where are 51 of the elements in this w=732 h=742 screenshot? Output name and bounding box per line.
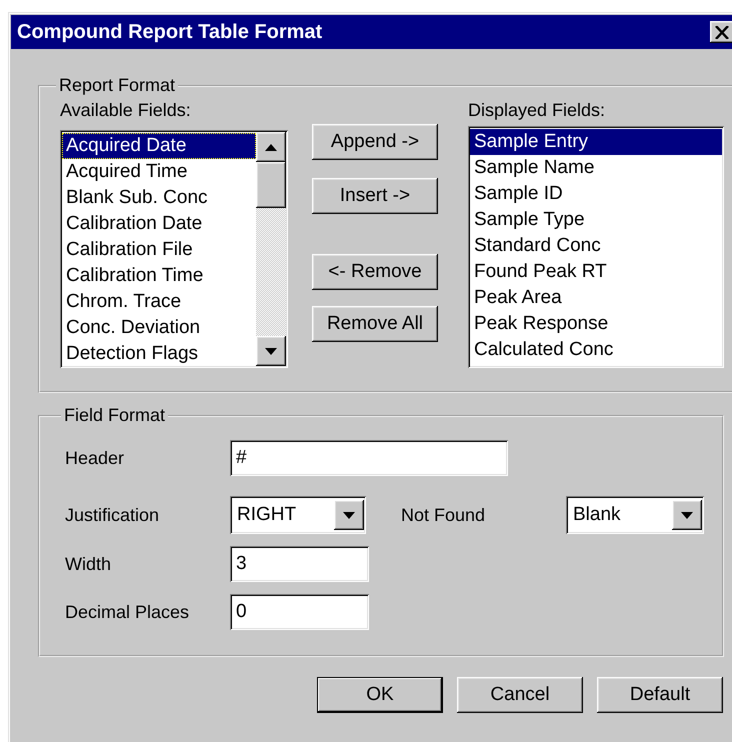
list-item[interactable]: Calibration Time (62, 263, 256, 289)
list-item[interactable]: Calibration File (62, 237, 256, 263)
list-action-button[interactable]: Append -> (312, 124, 438, 160)
dropdown-arrow-icon (343, 512, 355, 518)
list-item[interactable]: Acquired Time (62, 159, 256, 185)
width-field[interactable]: 3 (230, 546, 369, 582)
list-item[interactable]: Detection Flags (62, 341, 256, 367)
field-label: Width (65, 554, 112, 574)
list-item[interactable]: Found Peak RT (470, 259, 722, 285)
list-item[interactable]: Sample Type (470, 207, 722, 233)
list-item[interactable]: Sample Entry (470, 129, 722, 155)
dialog-button[interactable]: Cancel (457, 677, 583, 713)
list-item[interactable]: Sample ID (470, 181, 722, 207)
down-arrow-icon (265, 348, 277, 354)
list-item[interactable]: Calculated Conc (470, 337, 722, 363)
close-button[interactable] (710, 21, 732, 43)
field-label: Not Found (401, 504, 486, 526)
up-arrow-icon (265, 144, 277, 150)
dialog-button[interactable]: Default (597, 677, 723, 713)
list-action-button[interactable]: <- Remove (312, 254, 438, 290)
scrollbar-thumb[interactable] (256, 162, 286, 208)
list-item[interactable]: Conc. Deviation (62, 315, 256, 341)
list-label: Displayed Fields: (468, 100, 606, 122)
group-title: Report Format (58, 75, 176, 96)
group-title: Field Format (63, 405, 166, 426)
close-icon (715, 26, 729, 38)
field-label: Header (65, 448, 126, 468)
window-title: Compound Report Table Format (17, 20, 322, 44)
decimal-places-field[interactable]: 0 (230, 594, 369, 630)
field-label: Justification (65, 504, 160, 526)
list-item[interactable]: Blank Sub. Conc (62, 185, 256, 211)
field-list[interactable]: Acquired Date Acquired Time Blank Sub. Conc Calibration Date Calibration File Calibration Time Chrom. Trace Conc. Deviation Detection Flags (60, 130, 288, 368)
dropdown-arrow-icon (681, 512, 693, 518)
field-list[interactable]: Sample Entry Sample Name Sample ID Sample Type Standard Conc Found Peak RT Peak Area Peak Response Calculated Conc (468, 126, 724, 368)
list-item[interactable]: Chrom. Trace (62, 289, 256, 315)
header-field[interactable]: # (230, 440, 508, 476)
list-item[interactable]: Standard Conc (470, 233, 722, 259)
dropdown[interactable]: Blank (566, 496, 704, 534)
list-item[interactable]: Peak Area (470, 285, 722, 311)
dialog-button[interactable]: OK (317, 677, 443, 713)
dropdown[interactable]: RIGHT (230, 496, 366, 534)
list-action-button[interactable]: Insert -> (312, 178, 438, 214)
scroll-up-button[interactable] (256, 132, 286, 162)
list-item[interactable]: Sample Name (470, 155, 722, 181)
list-label: Available Fields: (60, 100, 191, 122)
field-label: Decimal Places (65, 602, 190, 622)
list-item[interactable]: Calibration Date (62, 211, 256, 237)
list-item[interactable]: Acquired Date (62, 133, 256, 159)
list-item[interactable]: Peak Response (470, 311, 722, 337)
scroll-down-button[interactable] (256, 336, 286, 366)
list-action-button[interactable]: Remove All (312, 306, 438, 342)
